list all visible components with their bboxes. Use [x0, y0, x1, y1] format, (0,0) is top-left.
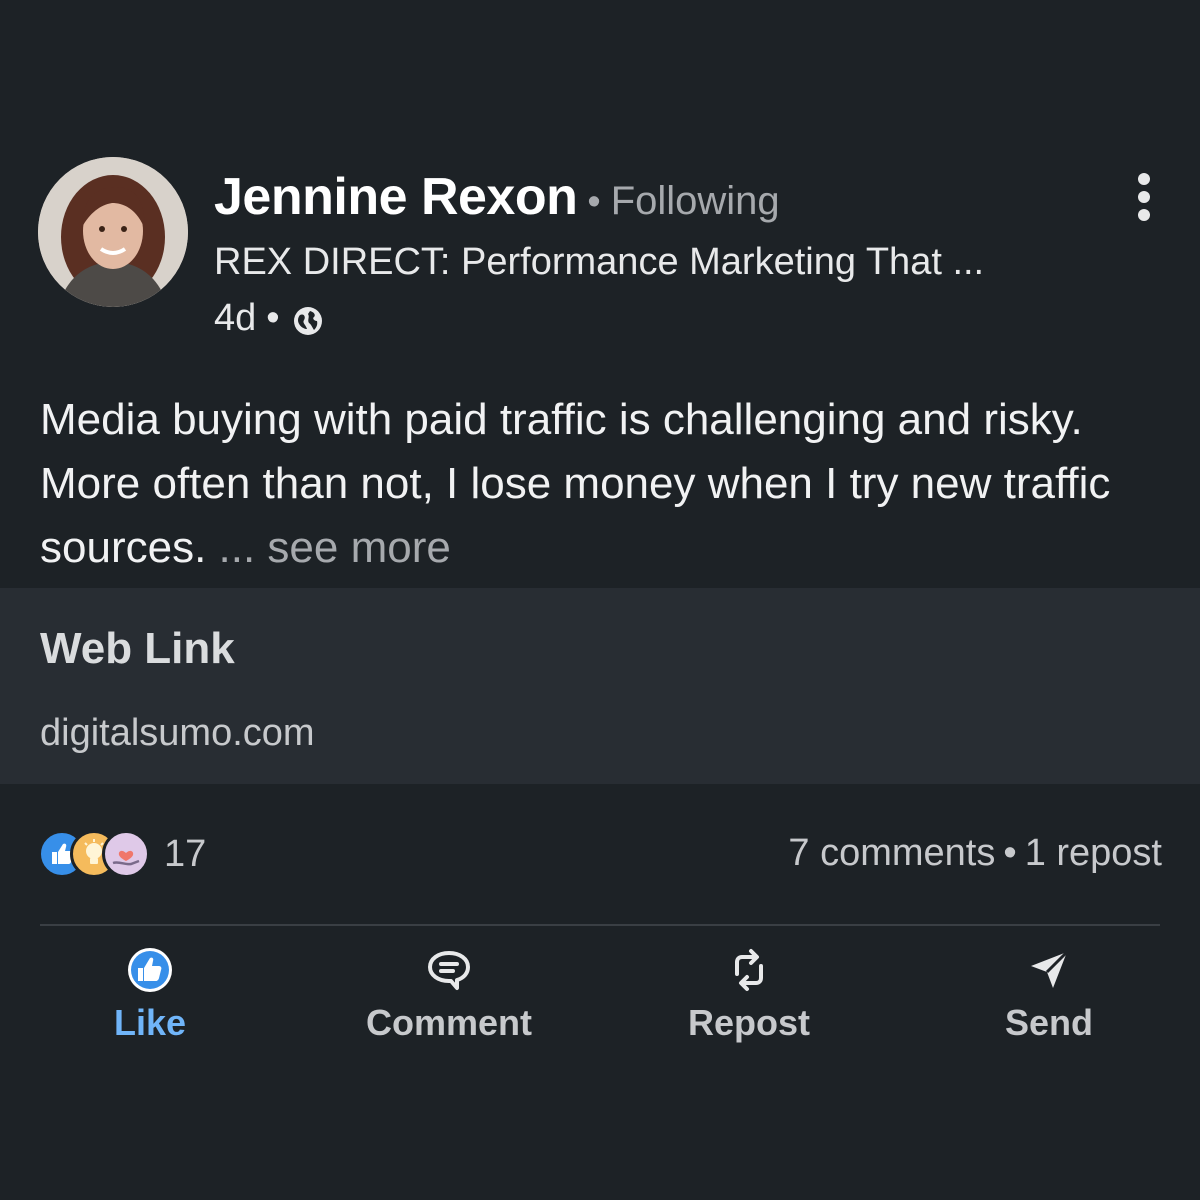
link-preview-card[interactable]: Web Link digitalsumo.com [0, 588, 1200, 784]
divider [40, 924, 1160, 926]
comment-button[interactable]: Comment [339, 940, 559, 1050]
see-more-link[interactable]: ... see more [219, 523, 451, 572]
send-button[interactable]: Send [939, 940, 1159, 1050]
post-body-text: Media buying with paid traffic is challe… [40, 395, 1111, 572]
engagement-stats: 7 comments • 1 repost [788, 832, 1162, 875]
author-name[interactable]: Jennine Rexon [214, 167, 578, 227]
name-separator: • [587, 181, 601, 223]
more-options-icon[interactable] [1132, 173, 1156, 221]
social-counts: 17 7 comments • 1 repost [38, 826, 1162, 886]
action-bar: Like Comment Repost Send [0, 940, 1200, 1050]
reactions-summary[interactable]: 17 [38, 830, 206, 878]
like-button[interactable]: Like [40, 940, 260, 1050]
support-reaction-icon [102, 830, 150, 878]
profile-photo [38, 157, 188, 307]
meta-separator: • [266, 297, 280, 339]
link-title: Web Link [40, 624, 235, 673]
like-label: Like [113, 1002, 187, 1043]
author-name-row: Jennine Rexon • Following [214, 167, 780, 227]
post-meta: 4d • [214, 297, 326, 340]
repost-button[interactable]: Repost [639, 940, 859, 1050]
post-time: 4d [214, 297, 257, 339]
comments-count[interactable]: 7 comments [788, 832, 995, 874]
avatar[interactable] [38, 157, 188, 307]
post-body: Media buying with paid traffic is challe… [40, 388, 1170, 580]
engagement-separator: • [1003, 832, 1017, 874]
follow-status: Following [610, 179, 780, 223]
reaction-count: 17 [164, 832, 207, 875]
repost-label: Repost [687, 1002, 810, 1043]
author-headline: REX DIRECT: Performance Marketing That .… [214, 241, 985, 283]
comment-label: Comment [365, 1002, 532, 1043]
link-domain: digitalsumo.com [40, 712, 315, 754]
globe-icon [290, 303, 326, 339]
send-icon [1023, 944, 1075, 996]
send-label: Send [1004, 1002, 1093, 1043]
comment-icon [423, 944, 475, 996]
post-header: Jennine Rexon • Following REX DIRECT: Pe… [38, 157, 1162, 339]
like-icon [124, 944, 176, 996]
reposts-count[interactable]: 1 repost [1025, 832, 1162, 874]
repost-icon [723, 944, 775, 996]
